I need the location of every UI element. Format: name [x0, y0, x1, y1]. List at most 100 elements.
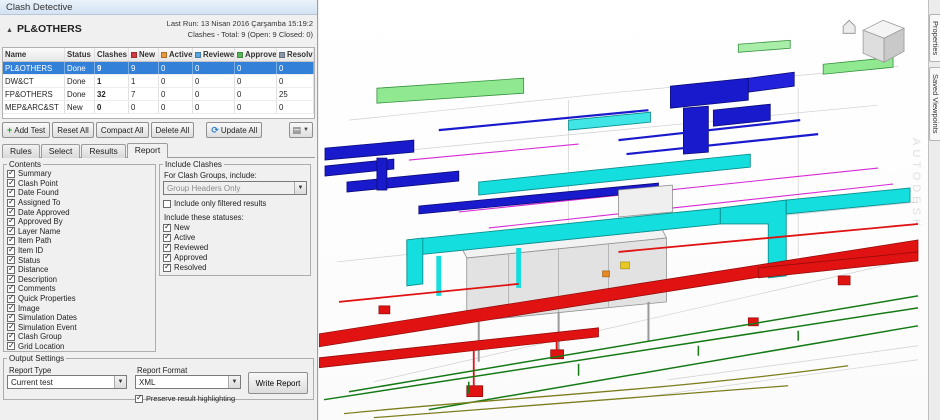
write-report-button[interactable]: Write Report — [248, 372, 308, 394]
checkbox[interactable] — [7, 197, 15, 207]
checkbox[interactable] — [7, 312, 15, 322]
check-label: Grid Location — [18, 341, 65, 351]
check-item-status[interactable]: Status — [7, 255, 152, 265]
preserve-highlighting-checkbox-row[interactable]: Preserve result highlighting — [135, 393, 235, 404]
check-item-date-approved[interactable]: Date Approved — [7, 207, 152, 217]
chevron-down-icon: ▼ — [303, 127, 309, 133]
checkbox[interactable] — [163, 232, 171, 242]
check-item-date-found[interactable]: Date Found — [7, 187, 152, 198]
check-item-approved-by[interactable]: Approved By — [7, 216, 152, 227]
report-menu-button[interactable]: ▤ ▼ — [288, 122, 313, 138]
home-icon[interactable] — [842, 19, 856, 34]
checkbox[interactable] — [7, 187, 15, 197]
checkbox[interactable] — [7, 341, 15, 351]
report-format-dropdown[interactable]: XML ▼ — [135, 375, 241, 389]
checkbox[interactable] — [7, 245, 15, 255]
column-clashes[interactable]: Clashes — [95, 48, 129, 61]
column-name[interactable]: Name — [3, 48, 65, 61]
check-item-resolved[interactable]: Resolved — [163, 262, 307, 273]
check-item-simulation-event[interactable]: Simulation Event — [7, 322, 152, 333]
collapse-icon[interactable]: ▲ — [6, 27, 13, 34]
cell-name: MEP&ARC&ST — [3, 101, 65, 113]
check-item-clash-group[interactable]: Clash Group — [7, 331, 152, 342]
checkbox[interactable] — [7, 168, 15, 178]
tab-properties[interactable]: Properties — [929, 14, 940, 63]
checkbox[interactable] — [7, 216, 15, 226]
checkbox[interactable] — [7, 274, 15, 284]
column-approved[interactable]: Approved — [235, 48, 277, 61]
update-all-button[interactable]: ⟳ Update All — [206, 122, 263, 138]
column-status[interactable]: Status — [65, 48, 95, 61]
check-label: Item Path — [18, 236, 52, 246]
check-item-comments[interactable]: Comments — [7, 283, 152, 294]
check-item-active[interactable]: Active — [163, 232, 307, 243]
table-empty-area — [3, 114, 314, 118]
checkbox[interactable] — [7, 235, 15, 245]
add-test-button[interactable]: + Add Test — [2, 122, 51, 138]
check-item-item-id[interactable]: Item ID — [7, 245, 152, 256]
checkbox[interactable] — [7, 264, 15, 274]
check-item-layer-name[interactable]: Layer Name — [7, 226, 152, 237]
panel-titlebar[interactable]: Clash Detective — [0, 0, 317, 15]
tab-select[interactable]: Select — [40, 144, 81, 158]
check-item-quick-properties[interactable]: Quick Properties — [7, 293, 152, 304]
column-active[interactable]: Active — [159, 48, 193, 61]
run-info: Last Run: 13 Nisan 2016 Çarşamba 15:19:2… — [167, 18, 313, 40]
reset-all-button[interactable]: Reset All — [52, 122, 94, 138]
checkbox[interactable] — [7, 331, 15, 341]
checkbox[interactable] — [7, 178, 15, 188]
table-row[interactable]: FP&OTHERS Done 32 7 0 0 0 25 — [3, 88, 314, 101]
filtered-results-checkbox-row[interactable]: Include only filtered results — [163, 199, 307, 209]
check-item-clash-point[interactable]: Clash Point — [7, 178, 152, 189]
checkbox[interactable] — [163, 199, 171, 208]
checkbox[interactable] — [7, 255, 15, 265]
contents-groupbox: Contents SummaryClash PointDate FoundAss… — [3, 160, 156, 352]
column-reviewed[interactable]: Reviewed — [193, 48, 235, 61]
model-canvas[interactable] — [319, 0, 928, 420]
cell-reviewed: 0 — [193, 75, 235, 87]
model-viewport[interactable]: AUTODESK — [319, 0, 928, 420]
tab-report[interactable]: Report — [126, 143, 169, 158]
check-item-reviewed[interactable]: Reviewed — [163, 242, 307, 253]
check-item-image[interactable]: Image — [7, 303, 152, 313]
tab-results[interactable]: Results — [81, 144, 126, 158]
check-item-grid-location[interactable]: Grid Location — [7, 341, 152, 351]
checkbox[interactable] — [135, 393, 143, 403]
checkbox[interactable] — [163, 222, 171, 232]
table-row[interactable]: MEP&ARC&ST New 0 0 0 0 0 0 — [3, 101, 314, 114]
checkbox[interactable] — [7, 207, 15, 217]
checkbox[interactable] — [7, 283, 15, 293]
check-item-new[interactable]: New — [163, 222, 307, 233]
checkbox[interactable] — [163, 252, 171, 262]
table-row[interactable]: PL&OTHERS Done 9 9 0 0 0 0 — [3, 62, 314, 75]
report-type-dropdown[interactable]: Current test ▼ — [7, 375, 127, 389]
checkbox[interactable] — [163, 242, 171, 252]
check-item-simulation-dates[interactable]: Simulation Dates — [7, 312, 152, 323]
tabstrip: Rules Select Results Report — [2, 142, 315, 158]
cell-clashes: 0 — [95, 101, 129, 113]
checkbox[interactable] — [7, 226, 15, 236]
check-item-assigned-to[interactable]: Assigned To — [7, 197, 152, 208]
checkbox[interactable] — [7, 303, 15, 313]
compact-all-button[interactable]: Compact All — [95, 122, 149, 138]
check-label: Clash Point — [18, 178, 58, 188]
check-item-distance[interactable]: Distance — [7, 264, 152, 275]
tab-rules[interactable]: Rules — [2, 144, 40, 158]
cell-name: DW&CT — [3, 75, 65, 87]
group-headers-dropdown[interactable]: Group Headers Only ▼ — [163, 181, 307, 195]
cell-resolved: 25 — [277, 88, 314, 100]
delete-all-button[interactable]: Delete All — [150, 122, 195, 138]
checkbox[interactable] — [163, 262, 171, 272]
view-cube[interactable] — [862, 19, 906, 63]
column-new[interactable]: New — [129, 48, 159, 61]
table-row[interactable]: DW&CT Done 1 1 0 0 0 0 — [3, 75, 314, 88]
column-resolved[interactable]: Resolved — [277, 48, 314, 61]
check-item-item-path[interactable]: Item Path — [7, 235, 152, 246]
checkbox[interactable] — [7, 293, 15, 303]
check-item-summary[interactable]: Summary — [7, 168, 152, 179]
check-item-description[interactable]: Description — [7, 274, 152, 285]
checkbox[interactable] — [7, 322, 15, 332]
check-item-approved[interactable]: Approved — [163, 252, 307, 263]
chevron-down-icon: ▼ — [228, 376, 240, 388]
tab-saved-viewpoints[interactable]: Saved Viewpoints — [929, 67, 940, 141]
